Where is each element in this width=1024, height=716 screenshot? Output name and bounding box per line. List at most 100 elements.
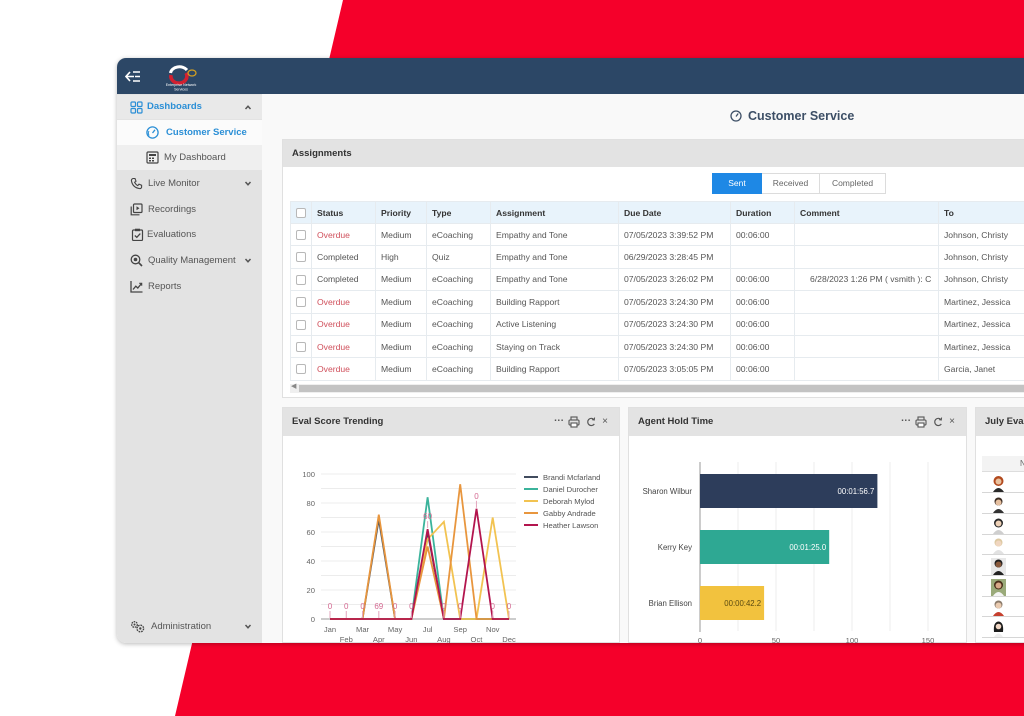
legend-label[interactable]: Heather Lawson bbox=[543, 521, 598, 530]
scroll-left-arrow-icon[interactable]: ◀ bbox=[291, 382, 296, 390]
legend-label[interactable]: Brandi Mcfarland bbox=[543, 473, 600, 482]
comment-cell bbox=[794, 334, 939, 359]
table-row[interactable]: Overdue Medium eCoaching Building Rappor… bbox=[290, 357, 1024, 381]
list-item[interactable] bbox=[982, 494, 1024, 514]
close-button[interactable]: × bbox=[947, 416, 957, 428]
table-row[interactable]: Overdue Medium eCoaching Active Listenin… bbox=[290, 312, 1024, 336]
to-cell: Martinez, Jessica bbox=[938, 312, 1024, 336]
x-tick-label: Aug bbox=[437, 635, 451, 643]
sidebar-item-recordings[interactable]: Recordings bbox=[117, 197, 262, 222]
agent-hold-time-widget: Agent Hold Time ... × Sharon Wilbur 00:01… bbox=[628, 407, 967, 643]
table-row[interactable]: Overdue Medium eCoaching Staying on Trac… bbox=[290, 334, 1024, 359]
list-item[interactable] bbox=[982, 618, 1024, 638]
column-header-comment[interactable]: Comment bbox=[794, 201, 939, 224]
column-header-due-date[interactable]: Due Date bbox=[618, 201, 731, 224]
priority-cell: Medium bbox=[375, 290, 427, 314]
refresh-icon[interactable] bbox=[933, 416, 943, 428]
priority-cell: Medium bbox=[375, 312, 427, 336]
more-options-button[interactable]: ... bbox=[901, 413, 911, 425]
filter-completed-button[interactable]: Completed bbox=[820, 173, 886, 194]
company-logo[interactable]: Enterprise Network Services bbox=[161, 62, 205, 92]
sidebar-item-live-monitor[interactable]: Live Monitor bbox=[117, 171, 262, 196]
close-button[interactable]: × bbox=[600, 416, 610, 428]
sidebar-item-label: Quality Management bbox=[148, 255, 236, 266]
comment-link[interactable]: 6/28/2023 1:26 PM ( vsmith ): C bbox=[794, 267, 939, 292]
scrollbar-thumb[interactable] bbox=[299, 385, 1024, 392]
status-cell: Overdue bbox=[311, 357, 376, 381]
duration-cell: 00:06:00 bbox=[730, 290, 795, 314]
column-header-assignment[interactable]: Assignment bbox=[490, 201, 619, 224]
list-item[interactable] bbox=[982, 597, 1024, 617]
phone-icon bbox=[130, 177, 143, 190]
row-checkbox[interactable] bbox=[296, 230, 306, 241]
avatar bbox=[991, 558, 1006, 575]
printer-icon[interactable] bbox=[915, 416, 927, 428]
legend-label[interactable]: Deborah Mylod bbox=[543, 497, 595, 506]
legend-label[interactable]: Daniel Durocher bbox=[543, 485, 598, 494]
avatar bbox=[991, 579, 1006, 596]
filter-received-button[interactable]: Received bbox=[762, 173, 820, 194]
list-item[interactable] bbox=[982, 515, 1024, 535]
filter-sent-button[interactable]: Sent bbox=[712, 173, 762, 194]
sidebar-item-evaluations[interactable]: Evaluations bbox=[117, 222, 262, 247]
table-row[interactable]: Completed Medium eCoaching Empathy and T… bbox=[290, 267, 1024, 292]
printer-icon[interactable] bbox=[568, 416, 580, 428]
column-header-status[interactable]: Status bbox=[311, 201, 376, 224]
row-checkbox[interactable] bbox=[296, 342, 306, 353]
sidebar-item-label: Customer Service bbox=[166, 127, 247, 138]
sidebar-item-label: Recordings bbox=[148, 204, 197, 215]
row-checkbox[interactable] bbox=[296, 364, 306, 375]
clipboard-check-icon bbox=[131, 228, 144, 241]
chevron-up-icon[interactable] bbox=[244, 104, 252, 111]
page-title-text: Customer Service bbox=[748, 109, 855, 123]
row-checkbox[interactable] bbox=[296, 252, 306, 263]
column-header-to[interactable]: To bbox=[938, 201, 1024, 224]
list-item[interactable] bbox=[982, 556, 1024, 576]
list-item[interactable] bbox=[982, 577, 1024, 597]
comment-cell bbox=[794, 357, 939, 381]
calculator-icon bbox=[146, 151, 159, 164]
collapse-menu-icon[interactable] bbox=[124, 70, 141, 83]
x-tick-label: Mar bbox=[356, 625, 370, 634]
sidebar-item-my-dashboard[interactable]: My Dashboard bbox=[117, 145, 262, 170]
data-label: 0 bbox=[442, 602, 447, 611]
series-line-daniel-durocher bbox=[330, 497, 509, 620]
list-item[interactable] bbox=[982, 473, 1024, 493]
row-select-cell bbox=[290, 357, 312, 381]
sidebar-item-dashboards[interactable]: Dashboards bbox=[117, 95, 262, 119]
sidebar-item-quality-management[interactable]: Quality Management bbox=[117, 248, 262, 273]
column-header-type[interactable]: Type bbox=[426, 201, 491, 224]
avatar bbox=[993, 518, 1004, 534]
column-header-name[interactable]: N bbox=[1020, 459, 1024, 468]
y-tick-label: 0 bbox=[311, 615, 315, 624]
eval-score-line-chart: 0 20 40 60 80 100 Jan FebMarAprMayJun Jul AugSep O… bbox=[302, 470, 600, 643]
legend-label[interactable]: Gabby Andrade bbox=[543, 509, 596, 518]
table-row[interactable]: Completed High Quiz Empathy and Tone 06/… bbox=[290, 245, 1024, 269]
row-checkbox[interactable] bbox=[296, 319, 306, 330]
sidebar-item-label: Dashboards bbox=[147, 101, 202, 112]
more-options-button[interactable]: ... bbox=[554, 413, 564, 425]
column-header-priority[interactable]: Priority bbox=[375, 201, 427, 224]
refresh-icon[interactable] bbox=[586, 416, 596, 428]
assignment-cell: Empathy and Tone bbox=[490, 222, 619, 247]
duration-cell: 00:06:00 bbox=[730, 357, 795, 381]
row-checkbox[interactable] bbox=[296, 297, 306, 308]
row-checkbox[interactable] bbox=[296, 274, 306, 285]
column-header-duration[interactable]: Duration bbox=[730, 201, 795, 224]
y-tick-label: 80 bbox=[307, 499, 315, 508]
table-row[interactable]: Overdue Medium eCoaching Empathy and Ton… bbox=[290, 222, 1024, 247]
list-item[interactable] bbox=[982, 535, 1024, 555]
to-cell: Garcia, Janet bbox=[938, 357, 1024, 381]
horizontal-scrollbar[interactable]: ◀ bbox=[290, 382, 1024, 393]
chevron-down-icon[interactable] bbox=[244, 623, 252, 630]
sidebar: Dashboards Customer Service My Dashboard… bbox=[117, 94, 262, 643]
select-all-checkbox[interactable] bbox=[296, 207, 306, 218]
chevron-down-icon[interactable] bbox=[244, 257, 252, 264]
chevron-down-icon[interactable] bbox=[244, 180, 252, 187]
sidebar-item-administration[interactable]: Administration bbox=[117, 614, 262, 639]
row-select-cell bbox=[290, 222, 312, 247]
sidebar-item-reports[interactable]: Reports bbox=[117, 274, 262, 299]
sidebar-item-customer-service[interactable]: Customer Service bbox=[117, 120, 262, 145]
table-row[interactable]: Overdue Medium eCoaching Building Rappor… bbox=[290, 290, 1024, 314]
x-tick-label: May bbox=[388, 625, 403, 634]
